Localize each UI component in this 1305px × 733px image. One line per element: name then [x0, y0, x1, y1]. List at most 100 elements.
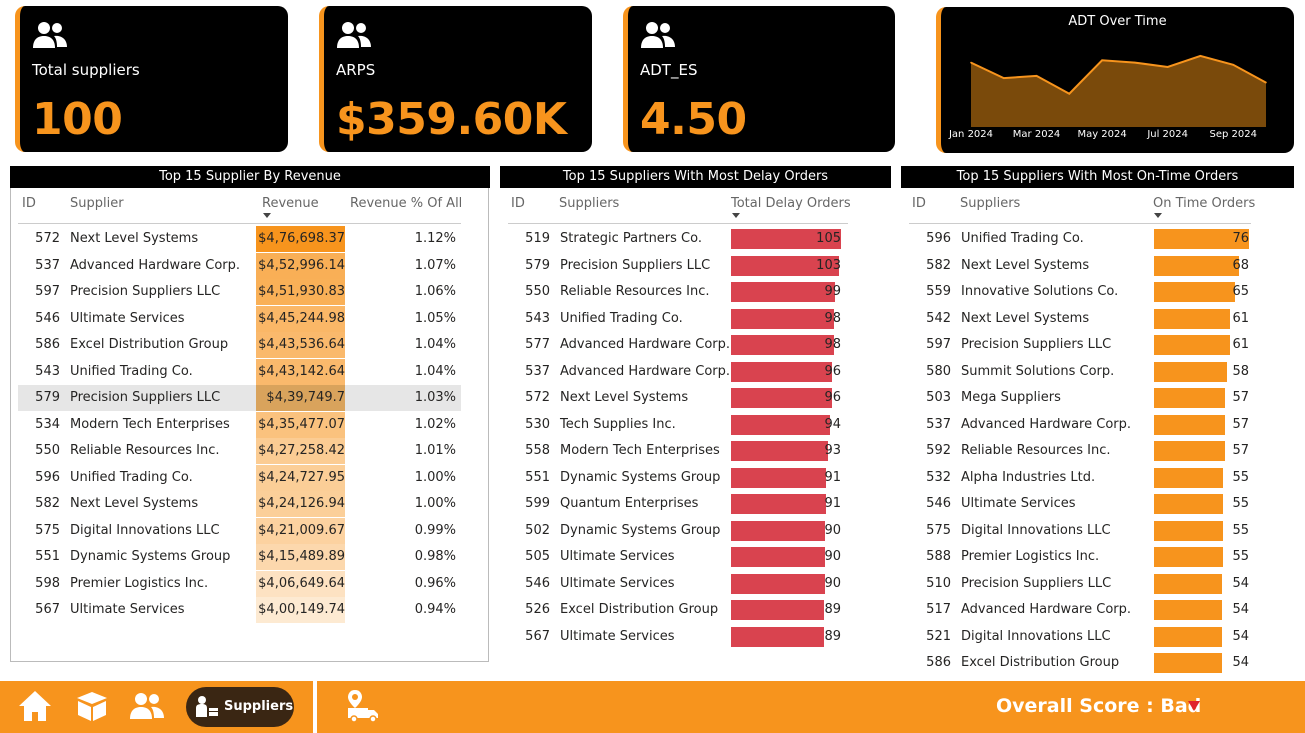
cell-supplier: Advanced Hardware Corp. — [560, 337, 731, 352]
column-header-revenue[interactable]: Revenue — [262, 196, 319, 211]
delivery-truck-icon[interactable] — [345, 688, 381, 724]
column-header-supplier[interactable]: Suppliers — [559, 196, 619, 211]
table-row[interactable]: 597 Precision Suppliers LLC $4,51,930.83 1.… — [18, 279, 461, 305]
table-row[interactable]: 572 Next Level Systems 96 — [508, 385, 848, 411]
table-row[interactable]: 596 Unified Trading Co. 76 — [909, 226, 1251, 252]
cell-supplier: Precision Suppliers LLC — [70, 390, 221, 405]
adt-point[interactable] — [1101, 59, 1103, 62]
table-row[interactable]: 503 Mega Suppliers 57 — [909, 385, 1251, 411]
table-row[interactable]: 580 Summit Solutions Corp. 58 — [909, 359, 1251, 385]
adt-point[interactable] — [1068, 92, 1071, 95]
table-row[interactable]: 532 Alpha Industries Ltd. 55 — [909, 465, 1251, 491]
table-row[interactable]: 579 Precision Suppliers LLC $4,39,749.7 1.0… — [18, 385, 461, 411]
column-header-supplier[interactable]: Supplier — [70, 196, 124, 211]
column-header-supplier[interactable]: Suppliers — [960, 196, 1020, 211]
cell-id: 521 — [926, 628, 951, 644]
cell-value: 58 — [1232, 363, 1249, 379]
table-row[interactable]: 567 Ultimate Services 89 — [508, 624, 848, 650]
column-header-id[interactable]: ID — [912, 196, 926, 211]
table-row[interactable]: 521 Digital Innovations LLC 54 — [909, 624, 1251, 650]
overall-score-text: Overall Score : Bad — [996, 695, 1202, 717]
table-row[interactable]: 586 Excel Distribution Group 54 — [909, 650, 1251, 676]
table-row[interactable]: 559 Innovative Solutions Co. 65 — [909, 279, 1251, 305]
cell-supplier: Digital Innovations LLC — [961, 628, 1111, 644]
table-row[interactable]: 579 Precision Suppliers LLC 103 — [508, 253, 848, 279]
cell-revenue-pct: 1.00% — [414, 496, 456, 511]
table-row[interactable]: 543 Unified Trading Co. $4,43,142.64 1.04% — [18, 358, 461, 385]
table-row[interactable]: 592 Reliable Resources Inc. 57 — [909, 438, 1251, 464]
table-row[interactable]: 582 Next Level Systems 68 — [909, 253, 1251, 279]
sort-desc-icon[interactable] — [1154, 213, 1162, 218]
table-row[interactable]: 596 Unified Trading Co. $4,24,727.95 1.00% — [18, 464, 461, 491]
adt-point[interactable] — [1199, 55, 1202, 57]
table-row[interactable]: 599 Quantum Enterprises 91 — [508, 491, 848, 517]
cell-revenue: $4,21,009.67 — [256, 517, 345, 544]
table-row[interactable]: 510 Precision Suppliers LLC 54 — [909, 571, 1251, 597]
cell-revenue-pct: 0.96% — [414, 575, 456, 591]
table-row[interactable]: 575 Digital Innovations LLC 55 — [909, 518, 1251, 544]
table-row[interactable]: 534 Modern Tech Enterprises $4,35,477.07 1.… — [18, 411, 461, 438]
table-row[interactable]: 588 Premier Logistics Inc. 55 — [909, 544, 1251, 570]
table-row[interactable]: 577 Advanced Hardware Corp. 98 — [508, 332, 848, 358]
table-row[interactable]: 530 Tech Supplies Inc. 94 — [508, 412, 848, 438]
table-row[interactable]: 542 Next Level Systems 61 — [909, 306, 1251, 332]
adt-point[interactable] — [1002, 77, 1005, 79]
table-row[interactable]: 517 Advanced Hardware Corp. 54 — [909, 597, 1251, 623]
table-row[interactable]: 567 Ultimate Services $4,00,149.74 0.94% — [18, 597, 461, 623]
table-row[interactable]: 519 Strategic Partners Co. 105 — [508, 226, 848, 252]
adt-point[interactable] — [1035, 75, 1038, 77]
cell-id: 579 — [525, 257, 550, 273]
adt-point[interactable] — [1166, 66, 1169, 68]
cell-revenue: $4,51,930.83 — [256, 279, 345, 305]
users-icon[interactable] — [129, 688, 165, 724]
column-header-revenue-pct[interactable]: Revenue % Of All — [350, 196, 462, 211]
table-row[interactable]: 572 Next Level Systems $4,76,698.37 1.12% — [18, 226, 461, 252]
table-row[interactable]: 537 Advanced Hardware Corp. 57 — [909, 412, 1251, 438]
cell-value: 94 — [824, 416, 841, 432]
cell-revenue: $4,24,126.94 — [256, 491, 345, 517]
table-row[interactable]: 550 Reliable Resources Inc. $4,27,258.42 1.… — [18, 438, 461, 464]
kpi-card-total-suppliers: Total suppliers 100 — [15, 6, 288, 152]
table-row[interactable]: 558 Modern Tech Enterprises 93 — [508, 438, 848, 464]
table-row[interactable]: 598 Premier Logistics Inc. $4,06,649.64 0.9… — [18, 570, 461, 597]
table-row[interactable]: 551 Dynamic Systems Group $4,15,489.89 0.98… — [18, 544, 461, 570]
table-row[interactable]: 537 Advanced Hardware Corp. $4,52,996.14 1.… — [18, 252, 461, 279]
table-row[interactable]: 546 Ultimate Services 90 — [508, 571, 848, 597]
sort-desc-icon[interactable] — [263, 213, 271, 218]
table-row[interactable]: 575 Digital Innovations LLC $4,21,009.67 0.… — [18, 517, 461, 544]
adt-point[interactable] — [1232, 63, 1235, 66]
table-row[interactable]: 551 Dynamic Systems Group 91 — [508, 465, 848, 491]
adt-point[interactable] — [970, 61, 972, 64]
table-row[interactable]: 582 Next Level Systems $4,24,126.94 1.00% — [18, 491, 461, 517]
table-row[interactable]: 537 Advanced Hardware Corp. 96 — [508, 359, 848, 385]
sort-desc-icon[interactable] — [732, 213, 740, 218]
cell-revenue: $4,35,477.07 — [256, 411, 345, 438]
box-icon[interactable] — [74, 688, 110, 724]
cell-id: 502 — [525, 522, 550, 538]
column-header-value[interactable]: On Time Orders — [1153, 196, 1255, 211]
cell-revenue: $4,43,142.64 — [256, 358, 345, 385]
table-row[interactable]: 546 Ultimate Services $4,45,244.98 1.05% — [18, 305, 461, 332]
column-header-value[interactable]: Total Delay Orders — [731, 196, 851, 211]
table-row[interactable]: 543 Unified Trading Co. 98 — [508, 306, 848, 332]
cell-id: 543 — [525, 310, 550, 326]
adt-point[interactable] — [1134, 61, 1136, 64]
cell-value: 96 — [824, 390, 841, 405]
table-row[interactable]: 505 Ultimate Services 90 — [508, 544, 848, 570]
cell-supplier: Ultimate Services — [70, 602, 185, 617]
cell-value: 91 — [824, 469, 841, 485]
table-row[interactable]: 586 Excel Distribution Group $4,43,536.64 1… — [18, 332, 461, 358]
column-header-id[interactable]: ID — [22, 196, 36, 211]
table-row[interactable]: 597 Precision Suppliers LLC 61 — [909, 332, 1251, 358]
suppliers-nav-button[interactable]: Suppliers — [186, 687, 294, 727]
cell-revenue-pct: 0.98% — [414, 549, 456, 564]
table-row[interactable]: 526 Excel Distribution Group 89 — [508, 597, 848, 623]
adt-over-time-chart[interactable]: ADT Over Time Jan 2024 Mar 2024 May 2024 Ju… — [936, 7, 1294, 153]
adt-point[interactable] — [1265, 81, 1267, 84]
home-icon[interactable] — [17, 688, 53, 724]
cell-id: 551 — [35, 549, 60, 564]
column-header-id[interactable]: ID — [511, 196, 525, 211]
table-row[interactable]: 502 Dynamic Systems Group 90 — [508, 518, 848, 544]
table-row[interactable]: 550 Reliable Resources Inc. 99 — [508, 279, 848, 305]
table-row[interactable]: 546 Ultimate Services 55 — [909, 491, 1251, 517]
